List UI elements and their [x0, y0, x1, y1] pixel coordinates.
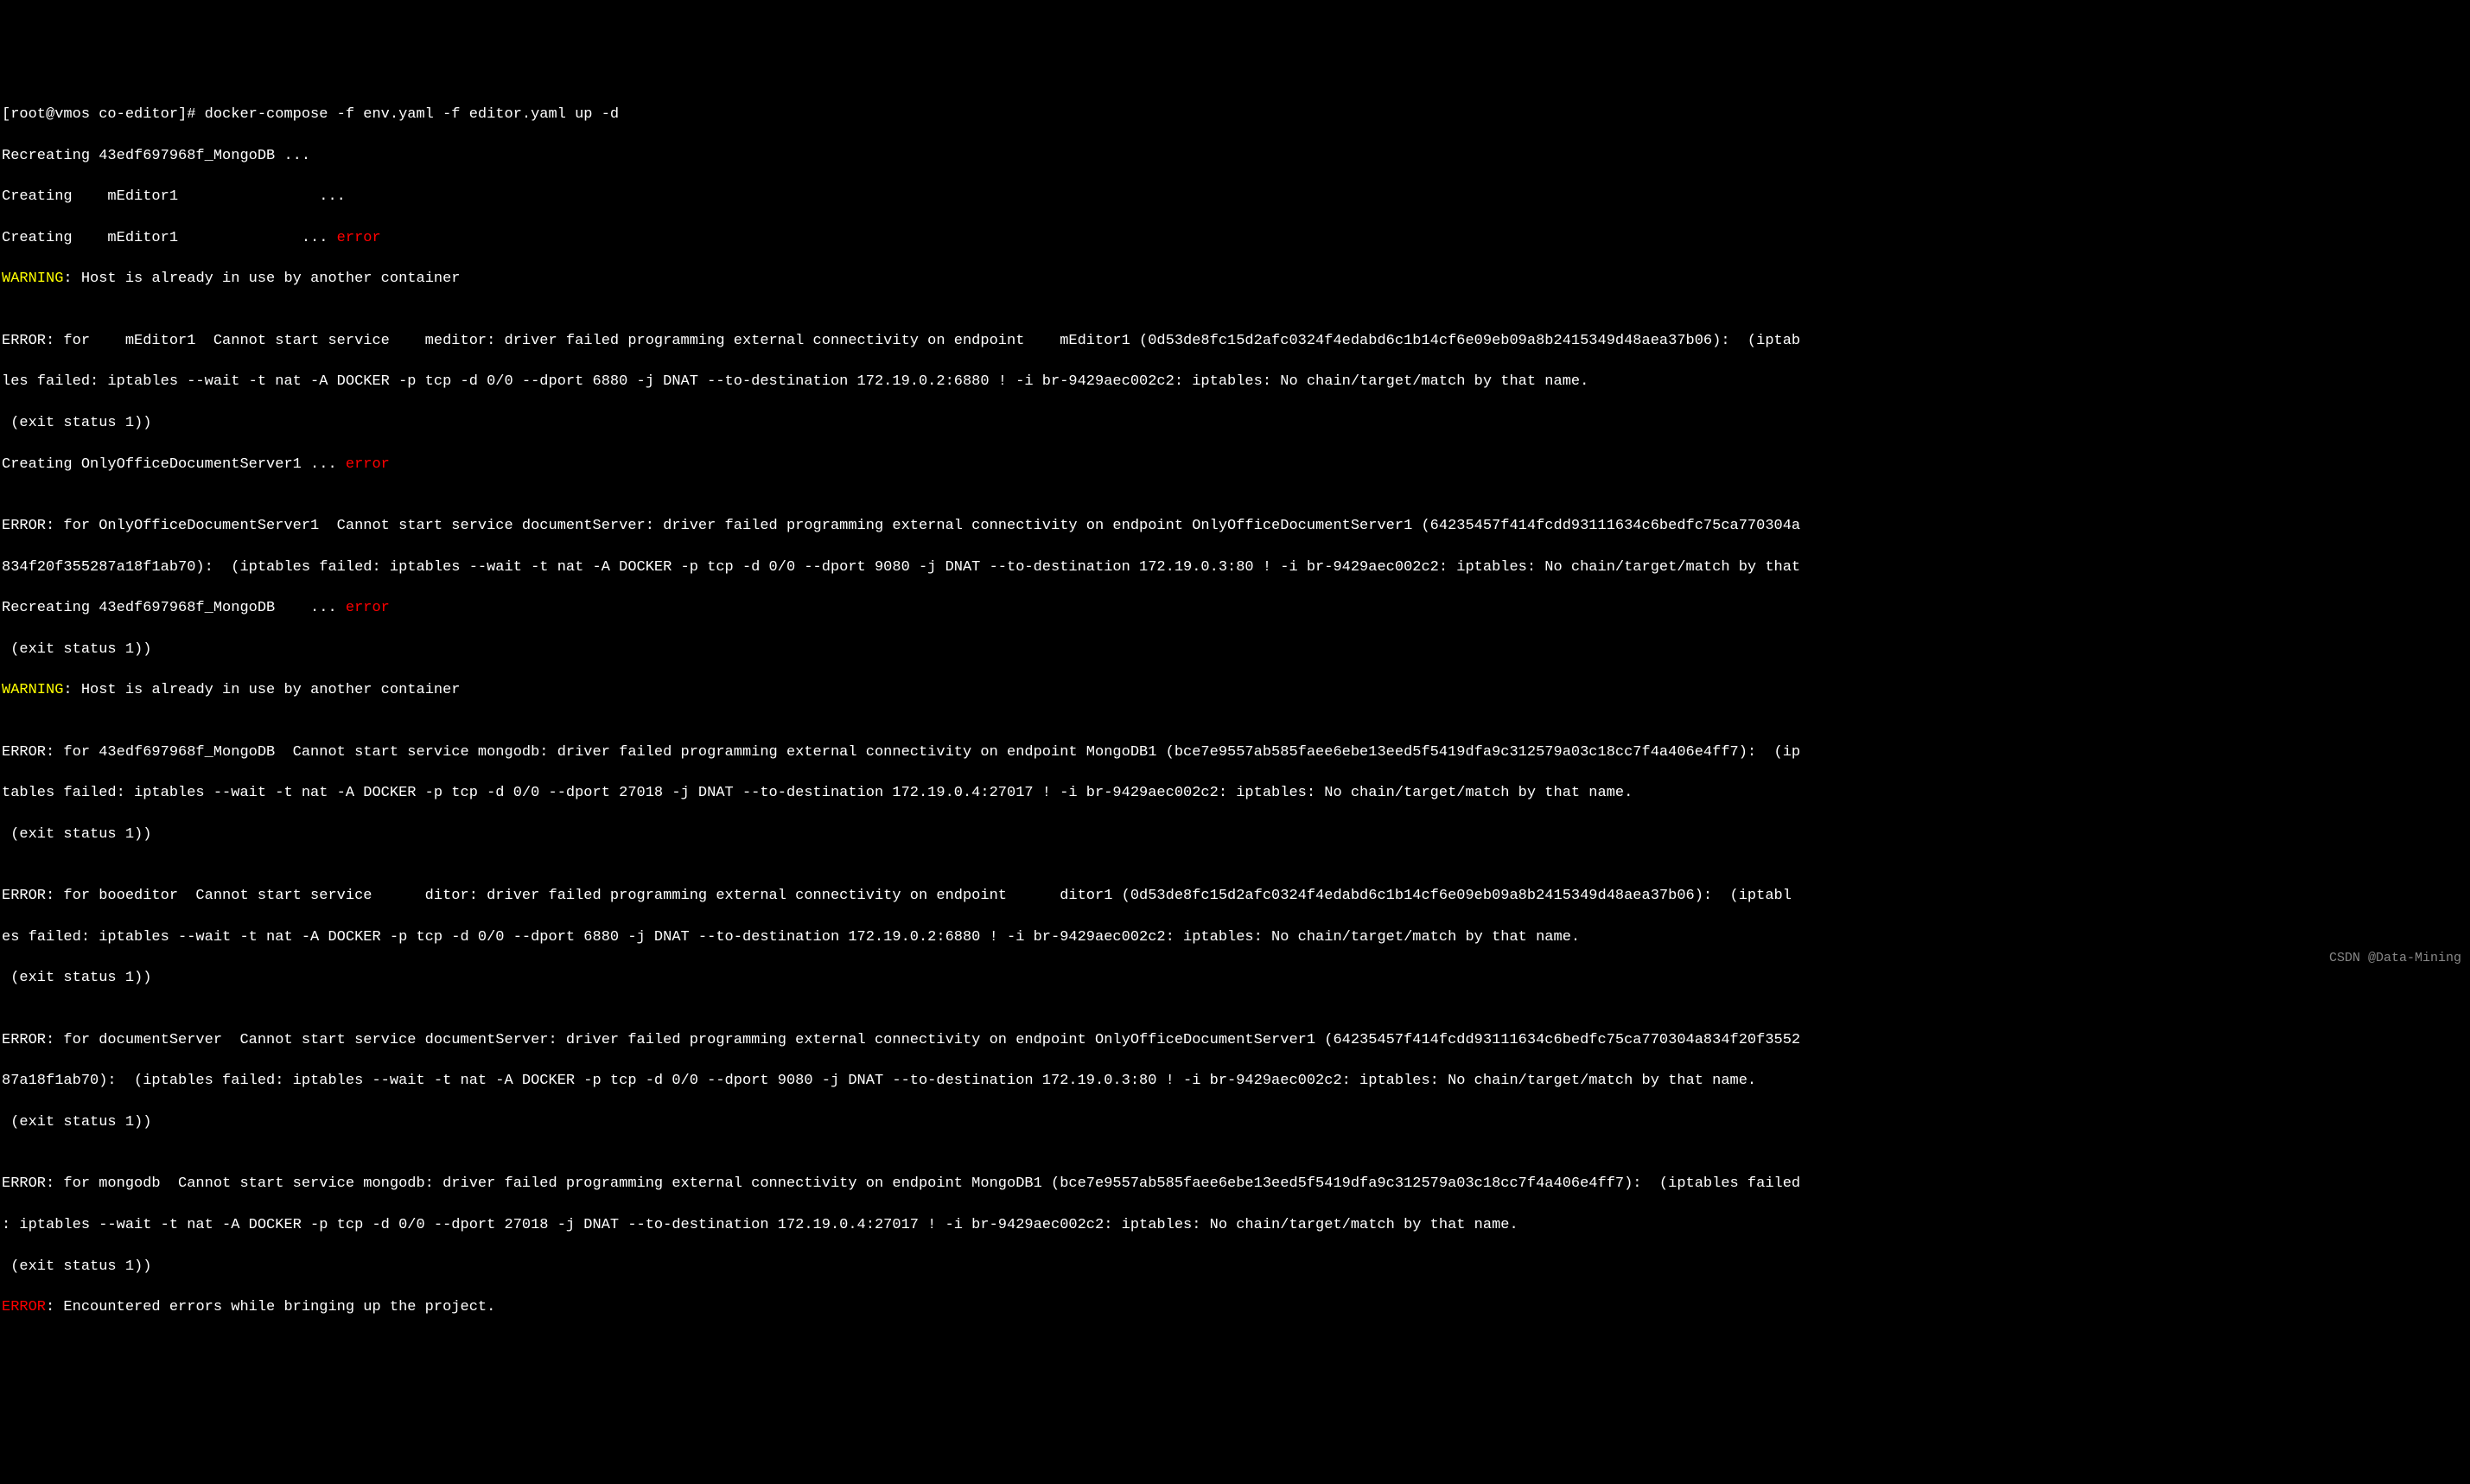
warning-label: WARNING	[2, 682, 63, 698]
error-status: error	[337, 230, 381, 246]
error-label: ERROR	[2, 1299, 46, 1315]
command-prompt-line: [root@vmos co-editor]# docker-compose -f…	[2, 105, 2468, 125]
output-line: Recreating 43edf697968f_MongoDB ...	[2, 146, 2468, 167]
exit-status-line: (exit status 1))	[2, 640, 2468, 660]
output-line: Creating OnlyOfficeDocumentServer1 ... e…	[2, 455, 2468, 475]
error-line: 834f20f355287a18f1ab70): (iptables faile…	[2, 557, 2468, 578]
exit-status-line: (exit status 1))	[2, 968, 2468, 989]
exit-status-line: (exit status 1))	[2, 825, 2468, 845]
shell-prompt: [root@vmos co-editor]#	[2, 106, 205, 123]
error-line: les failed: iptables --wait -t nat -A DO…	[2, 372, 2468, 392]
terminal-output: [root@vmos co-editor]# docker-compose -f…	[2, 84, 2468, 1339]
error-line: ERROR: for booeditor Cannot start servic…	[2, 886, 2468, 907]
error-status: error	[346, 456, 390, 473]
csdn-watermark: CSDN @Data-Mining	[2329, 949, 2461, 967]
error-status: error	[346, 600, 390, 616]
exit-status-line: (exit status 1))	[2, 1112, 2468, 1133]
command-text: docker-compose -f env.yaml -f editor.yam…	[205, 106, 619, 123]
exit-status-line: (exit status 1))	[2, 413, 2468, 434]
error-line: : iptables --wait -t nat -A DOCKER -p tc…	[2, 1215, 2468, 1236]
warning-line: WARNING: Host is already in use by anoth…	[2, 680, 2468, 701]
warning-label: WARNING	[2, 271, 63, 287]
final-error-line: ERROR: Encountered errors while bringing…	[2, 1297, 2468, 1318]
error-line: ERROR: for 43edf697968f_MongoDB Cannot s…	[2, 742, 2468, 763]
output-line: Recreating 43edf697968f_MongoDB ... erro…	[2, 598, 2468, 619]
error-line: 87a18f1ab70): (iptables failed: iptables…	[2, 1071, 2468, 1092]
error-line: ERROR: for mEditor1 Cannot start service…	[2, 331, 2468, 352]
output-line: Creating mEditor1 ...	[2, 187, 2468, 207]
error-line: es failed: iptables --wait -t nat -A DOC…	[2, 927, 2468, 948]
error-line: ERROR: for mongodb Cannot start service …	[2, 1174, 2468, 1194]
error-line: ERROR: for documentServer Cannot start s…	[2, 1030, 2468, 1051]
error-line: tables failed: iptables --wait -t nat -A…	[2, 783, 2468, 804]
warning-line: WARNING: Host is already in use by anoth…	[2, 269, 2468, 290]
output-line: Creating mEditor1 ... error	[2, 228, 2468, 249]
exit-status-line: (exit status 1))	[2, 1257, 2468, 1277]
error-line: ERROR: for OnlyOfficeDocumentServer1 Can…	[2, 516, 2468, 537]
